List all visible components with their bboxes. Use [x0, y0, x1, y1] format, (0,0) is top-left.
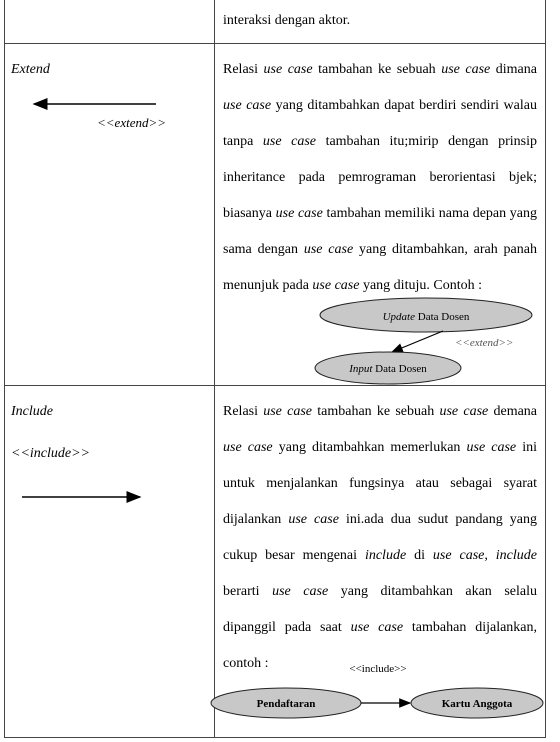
- extend-example-arrow-icon: [390, 330, 444, 353]
- usecase-label: Input Data Dosen: [348, 363, 427, 375]
- diagram-layer: <<extend>> Update Data Dosen <<extend>> …: [22, 98, 544, 719]
- extend-notation: <<extend>>: [97, 115, 166, 130]
- usecase-label: Kartu Anggota: [442, 698, 513, 710]
- usecase-label: Update Data Dosen: [383, 311, 470, 323]
- include-stereotype: <<include>>: [349, 663, 406, 675]
- extend-stereotype: <<extend>>: [455, 337, 513, 349]
- usecase-label: Pendaftaran: [257, 698, 316, 710]
